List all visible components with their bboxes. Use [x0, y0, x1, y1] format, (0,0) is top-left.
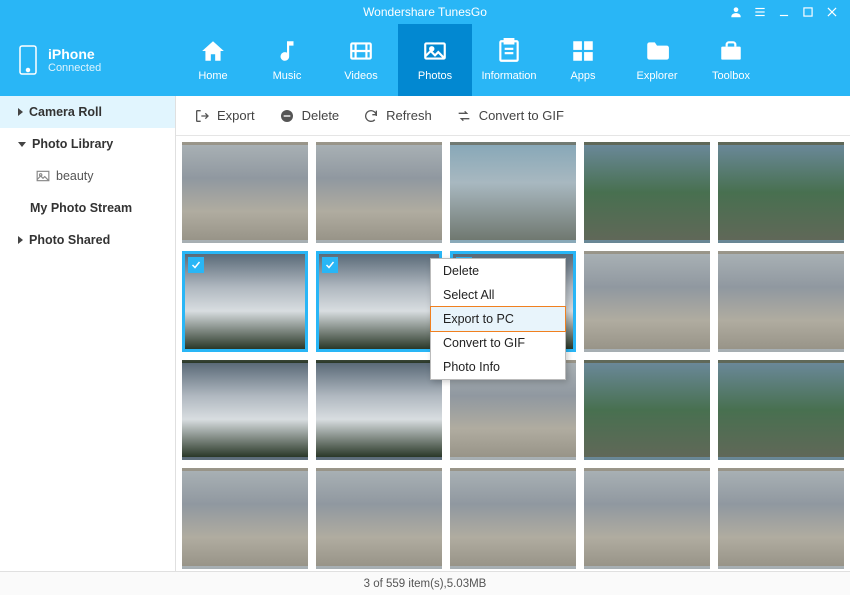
sidebar-item-label: My Photo Stream	[30, 201, 132, 215]
photos-icon	[422, 38, 448, 64]
tab-apps[interactable]: Apps	[546, 24, 620, 96]
sidebar-item-beauty[interactable]: beauty	[0, 160, 175, 192]
user-icon[interactable]	[724, 0, 748, 24]
context-menu: Delete Select All Export to PC Convert t…	[430, 258, 566, 380]
tab-label: Information	[481, 70, 536, 82]
ctx-photo-info[interactable]: Photo Info	[431, 355, 565, 379]
close-button[interactable]	[820, 0, 844, 24]
tab-music[interactable]: Music	[250, 24, 324, 96]
photo-thumb[interactable]	[584, 468, 710, 569]
tab-home[interactable]: Home	[176, 24, 250, 96]
photo-thumb[interactable]	[584, 142, 710, 243]
tab-label: Apps	[570, 70, 595, 82]
device-panel[interactable]: iPhone Connected	[0, 24, 176, 96]
photo-thumb[interactable]	[450, 468, 576, 569]
sidebar-item-label: Photo Library	[32, 137, 113, 151]
expand-icon	[18, 108, 23, 116]
tab-photos[interactable]: Photos	[398, 24, 472, 96]
tab-label: Home	[198, 70, 227, 82]
export-icon	[194, 108, 210, 124]
menu-icon[interactable]	[748, 0, 772, 24]
delete-icon	[279, 108, 295, 124]
checkbox-checked-icon	[322, 257, 338, 273]
status-bar: 3 of 559 item(s),5.03MB	[0, 571, 850, 595]
device-status: Connected	[48, 62, 101, 74]
status-text: 3 of 559 item(s),5.03MB	[364, 578, 487, 590]
photo-thumb[interactable]	[316, 468, 442, 569]
sidebar-item-label: Photo Shared	[29, 233, 110, 247]
photo-thumb[interactable]	[450, 142, 576, 243]
expand-icon	[18, 236, 23, 244]
sidebar-item-label: Camera Roll	[29, 105, 102, 119]
sidebar-item-photo-library[interactable]: Photo Library	[0, 128, 175, 160]
sidebar-item-label: beauty	[56, 169, 94, 183]
delete-button[interactable]: Delete	[279, 108, 340, 124]
tab-label: Photos	[418, 70, 452, 82]
refresh-button[interactable]: Refresh	[363, 108, 432, 124]
tab-label: Explorer	[637, 70, 678, 82]
photo-thumb[interactable]	[718, 360, 844, 461]
photo-thumb[interactable]	[718, 251, 844, 352]
tab-information[interactable]: Information	[472, 24, 546, 96]
sidebar-item-photo-shared[interactable]: Photo Shared	[0, 224, 175, 256]
ctx-delete[interactable]: Delete	[431, 259, 565, 283]
home-icon	[200, 38, 226, 64]
ctx-convert-to-gif[interactable]: Convert to GIF	[431, 331, 565, 355]
nav-tabs: Home Music Videos Photos Information App…	[176, 24, 850, 96]
toolbar-label: Export	[217, 108, 255, 123]
app-title: Wondershare TunesGo	[363, 5, 487, 19]
photo-thumb[interactable]	[182, 468, 308, 569]
tab-label: Videos	[344, 70, 377, 82]
checkbox-checked-icon	[188, 257, 204, 273]
information-icon	[496, 38, 522, 64]
device-name: iPhone	[48, 46, 101, 62]
tab-label: Music	[273, 70, 302, 82]
tab-explorer[interactable]: Explorer	[620, 24, 694, 96]
folder-icon	[644, 38, 670, 64]
tab-label: Toolbox	[712, 70, 750, 82]
tab-videos[interactable]: Videos	[324, 24, 398, 96]
photo-thumb[interactable]	[182, 142, 308, 243]
ctx-export-to-pc[interactable]: Export to PC	[430, 306, 566, 332]
tab-toolbox[interactable]: Toolbox	[694, 24, 768, 96]
phone-icon	[18, 44, 38, 76]
photo-thumb-selected[interactable]	[182, 251, 308, 352]
photo-thumb[interactable]	[718, 142, 844, 243]
sidebar: Camera Roll Photo Library beauty My Phot…	[0, 96, 176, 571]
photo-thumb-selected[interactable]	[316, 251, 442, 352]
toolbar: Export Delete Refresh Convert to GIF	[176, 96, 850, 136]
window-controls	[724, 0, 844, 24]
apps-icon	[570, 38, 596, 64]
photo-thumb[interactable]	[316, 142, 442, 243]
toolbar-label: Convert to GIF	[479, 108, 564, 123]
video-icon	[348, 38, 374, 64]
photo-thumb[interactable]	[584, 251, 710, 352]
refresh-icon	[363, 108, 379, 124]
photo-thumb[interactable]	[182, 360, 308, 461]
sidebar-item-camera-roll[interactable]: Camera Roll	[0, 96, 175, 128]
photo-thumb[interactable]	[718, 468, 844, 569]
music-icon	[274, 38, 300, 64]
photo-grid-container: Delete Select All Export to PC Convert t…	[176, 136, 850, 571]
picture-icon	[36, 170, 50, 182]
photo-thumb[interactable]	[584, 360, 710, 461]
header: iPhone Connected Home Music Videos Photo…	[0, 24, 850, 96]
ctx-select-all[interactable]: Select All	[431, 283, 565, 307]
photo-thumb[interactable]	[316, 360, 442, 461]
minimize-button[interactable]	[772, 0, 796, 24]
toolbar-label: Delete	[302, 108, 340, 123]
convert-gif-button[interactable]: Convert to GIF	[456, 108, 564, 124]
titlebar: Wondershare TunesGo	[0, 0, 850, 24]
maximize-button[interactable]	[796, 0, 820, 24]
toolbox-icon	[718, 38, 744, 64]
collapse-icon	[18, 142, 26, 147]
toolbar-label: Refresh	[386, 108, 432, 123]
sidebar-item-my-photo-stream[interactable]: My Photo Stream	[0, 192, 175, 224]
export-button[interactable]: Export	[194, 108, 255, 124]
convert-icon	[456, 108, 472, 124]
